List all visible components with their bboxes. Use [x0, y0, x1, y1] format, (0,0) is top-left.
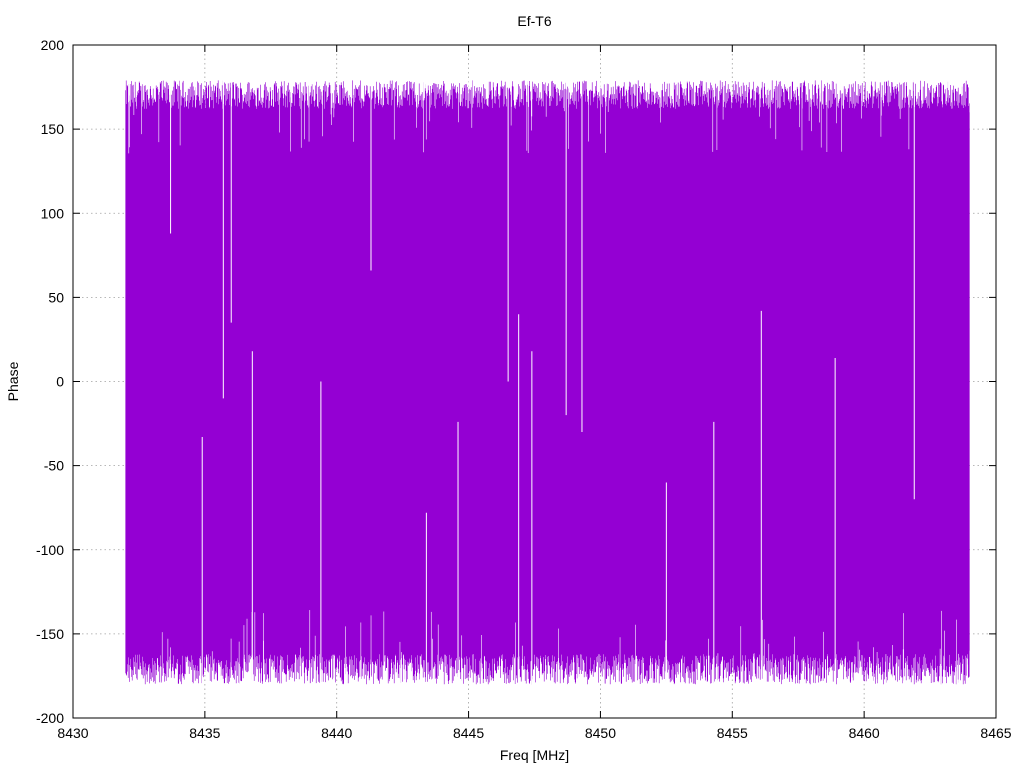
chart: 8430 8435 8440 8445 8450 8455 8460 8465 -200 -15… — [5, 13, 1012, 763]
y-tick-label: 100 — [41, 205, 65, 221]
x-tick-label: 8450 — [585, 725, 616, 741]
y-tick-label: -200 — [36, 710, 64, 726]
y-tick-labels: -200 -150 -100 -50 0 50 100 150 200 — [36, 37, 64, 726]
y-tick-label: 0 — [56, 374, 64, 390]
x-tick-labels: 8430 8435 8440 8445 8450 8455 8460 8465 — [57, 725, 1011, 741]
x-tick-label: 8460 — [849, 725, 880, 741]
x-tick-label: 8430 — [57, 725, 88, 741]
x-tick-label: 8435 — [189, 725, 220, 741]
chart-title: Ef-T6 — [517, 13, 551, 29]
y-axis-label: Phase — [5, 361, 21, 401]
x-axis-label: Freq [MHz] — [500, 747, 569, 763]
x-tick-label: 8440 — [321, 725, 352, 741]
y-tick-label: 200 — [41, 37, 65, 53]
y-tick-label: -100 — [36, 542, 64, 558]
y-tick-label: -50 — [44, 458, 64, 474]
y-tick-label: -150 — [36, 626, 64, 642]
y-tick-label: 50 — [48, 289, 64, 305]
y-tick-label: 150 — [41, 121, 65, 137]
x-tick-label: 8455 — [717, 725, 748, 741]
x-tick-label: 8445 — [453, 725, 484, 741]
x-tick-label: 8465 — [980, 725, 1011, 741]
